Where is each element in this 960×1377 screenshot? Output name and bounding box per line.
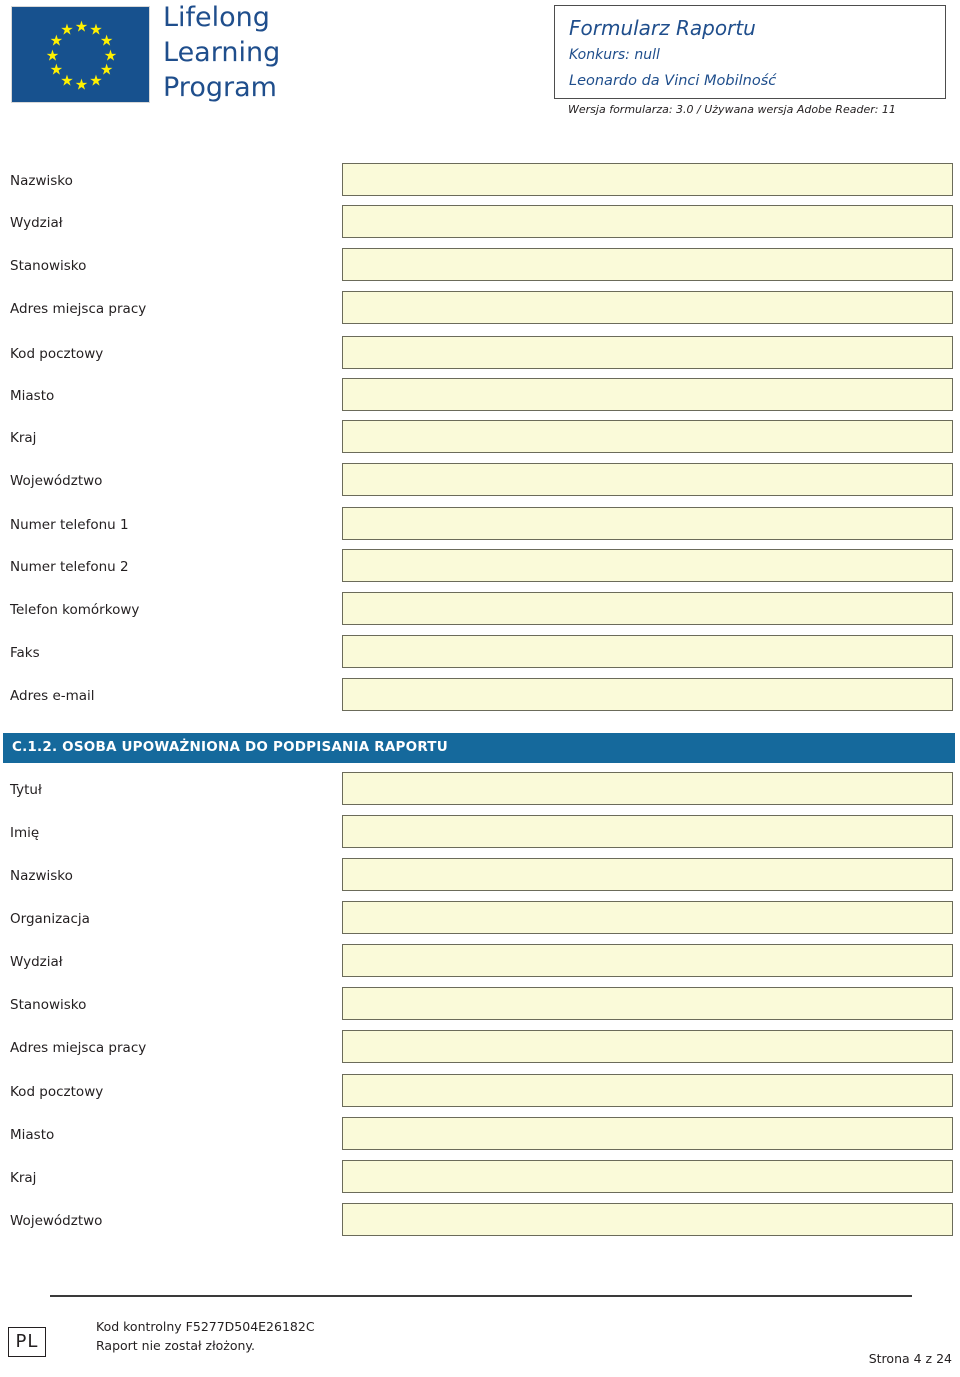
authorised-field-label-2: Nazwisko [10, 868, 73, 884]
contact-field-input-10[interactable] [342, 592, 953, 625]
control-code-text: Kod kontrolny F5277D504E26182C [96, 1319, 315, 1334]
form-row: Nazwisko [0, 858, 960, 901]
form-row: Adres e-mail [0, 678, 960, 721]
authorised-field-input-2[interactable] [342, 858, 953, 891]
contact-field-label-4: Kod pocztowy [10, 346, 104, 362]
submission-status-text: Raport nie został złożony. [96, 1338, 256, 1353]
authorised-field-label-5: Stanowisko [10, 997, 87, 1013]
eu-star-icon: ★ [45, 46, 60, 64]
contact-field-input-4[interactable] [342, 336, 953, 369]
authorised-field-input-8[interactable] [342, 1117, 953, 1150]
section-header-label: C.1.2. OSOBA UPOWAŻNIONA DO PODPISANIA R… [12, 739, 448, 755]
eu-star-icon: ★ [89, 71, 103, 90]
form-row: Adres miejsca pracy [0, 291, 960, 334]
contact-field-input-9[interactable] [342, 549, 953, 582]
eu-star-icon: ★ [74, 17, 89, 35]
form-row: Imię [0, 815, 960, 858]
contact-field-label-3: Adres miejsca pracy [10, 301, 147, 317]
section-header-c12: C.1.2. OSOBA UPOWAŻNIONA DO PODPISANIA R… [3, 733, 955, 763]
form-row: Województwo [0, 463, 960, 506]
contact-field-label-8: Numer telefonu 1 [10, 517, 129, 533]
footer-divider [50, 1295, 912, 1297]
authorised-field-input-7[interactable] [342, 1074, 953, 1107]
contact-field-input-11[interactable] [342, 635, 953, 668]
form-row: Kraj [0, 1160, 960, 1203]
eu-flag-icon: ★ ★ ★ ★ ★ ★ ★ ★ ★ ★ ★ ★ [11, 6, 150, 103]
eu-star-icon: ★ [49, 60, 64, 79]
form-row: Stanowisko [0, 987, 960, 1030]
form-row: Miasto [0, 1117, 960, 1160]
authorised-field-input-5[interactable] [342, 987, 953, 1020]
contact-field-input-0[interactable] [342, 163, 953, 196]
contact-field-label-5: Miasto [10, 388, 55, 404]
form-row: Stanowisko [0, 248, 960, 291]
contact-field-label-2: Stanowisko [10, 258, 87, 274]
form-title-box: Formularz Raportu Konkurs: null Leonardo… [554, 5, 946, 99]
authorised-field-input-10[interactable] [342, 1203, 953, 1236]
contact-field-input-5[interactable] [342, 378, 953, 411]
country-code-box: PL [8, 1327, 46, 1357]
contact-field-input-1[interactable] [342, 205, 953, 238]
contact-field-input-12[interactable] [342, 678, 953, 711]
form-row: Tytuł [0, 772, 960, 815]
form-row: Kod pocztowy [0, 1074, 960, 1117]
authorised-field-input-0[interactable] [342, 772, 953, 805]
form-row: Województwo [0, 1203, 960, 1246]
brand-line-3: Program [163, 72, 277, 103]
authorised-field-label-1: Imię [10, 825, 40, 841]
form-version-line: Wersja formularza: 3.0 / Używana wersja … [568, 103, 896, 116]
authorised-field-label-6: Adres miejsca pracy [10, 1040, 147, 1056]
contact-field-label-9: Numer telefonu 2 [10, 559, 129, 575]
authorised-field-input-4[interactable] [342, 944, 953, 977]
page-header: ★ ★ ★ ★ ★ ★ ★ ★ ★ ★ ★ ★ Lifelong Learning Program F… [0, 0, 960, 150]
form-row: Kraj [0, 420, 960, 463]
eu-star-icon: ★ [60, 20, 74, 39]
programme-label: Leonardo da Vinci Mobilność [569, 73, 777, 89]
form-row: Numer telefonu 1 [0, 507, 960, 550]
contact-field-label-10: Telefon komórkowy [10, 602, 140, 618]
form-row: Nazwisko [0, 163, 960, 206]
authorised-field-input-9[interactable] [342, 1160, 953, 1193]
authorised-field-label-8: Miasto [10, 1127, 55, 1143]
contact-field-input-3[interactable] [342, 291, 953, 324]
form-row: Miasto [0, 378, 960, 421]
authorised-field-label-10: Województwo [10, 1213, 103, 1229]
contact-field-input-7[interactable] [342, 463, 953, 496]
form-row: Telefon komórkowy [0, 592, 960, 635]
contact-field-input-8[interactable] [342, 507, 953, 540]
eu-star-icon: ★ [74, 75, 89, 93]
authorised-field-input-1[interactable] [342, 815, 953, 848]
authorised-field-label-0: Tytuł [10, 782, 42, 798]
brand-line-2: Learning [163, 37, 281, 68]
authorised-field-label-4: Wydział [10, 954, 63, 970]
programme-brand: Lifelong Learning Program [163, 0, 423, 105]
contact-field-input-6[interactable] [342, 420, 953, 453]
page-number-label: Strona 4 z 24 [868, 1351, 952, 1366]
contact-field-label-12: Adres e-mail [10, 688, 95, 704]
form-row: Wydział [0, 205, 960, 248]
form-row: Wydział [0, 944, 960, 987]
brand-line-1: Lifelong [163, 2, 270, 33]
contact-field-input-2[interactable] [342, 248, 953, 281]
form-row: Organizacja [0, 901, 960, 944]
competition-label: Konkurs: null [569, 47, 660, 63]
authorised-field-label-7: Kod pocztowy [10, 1084, 104, 1100]
authorised-field-label-3: Organizacja [10, 911, 90, 927]
form-row: Numer telefonu 2 [0, 549, 960, 592]
authorised-field-label-9: Kraj [10, 1170, 37, 1186]
contact-field-label-0: Nazwisko [10, 173, 73, 189]
form-row: Kod pocztowy [0, 336, 960, 379]
form-row: Adres miejsca pracy [0, 1030, 960, 1073]
contact-field-label-7: Województwo [10, 473, 103, 489]
contact-field-label-6: Kraj [10, 430, 37, 446]
form-title: Formularz Raportu [569, 16, 756, 40]
form-row: Faks [0, 635, 960, 678]
contact-field-label-1: Wydział [10, 215, 63, 231]
contact-field-label-11: Faks [10, 645, 40, 661]
authorised-field-input-3[interactable] [342, 901, 953, 934]
country-code-label: PL [15, 1331, 39, 1352]
authorised-field-input-6[interactable] [342, 1030, 953, 1063]
